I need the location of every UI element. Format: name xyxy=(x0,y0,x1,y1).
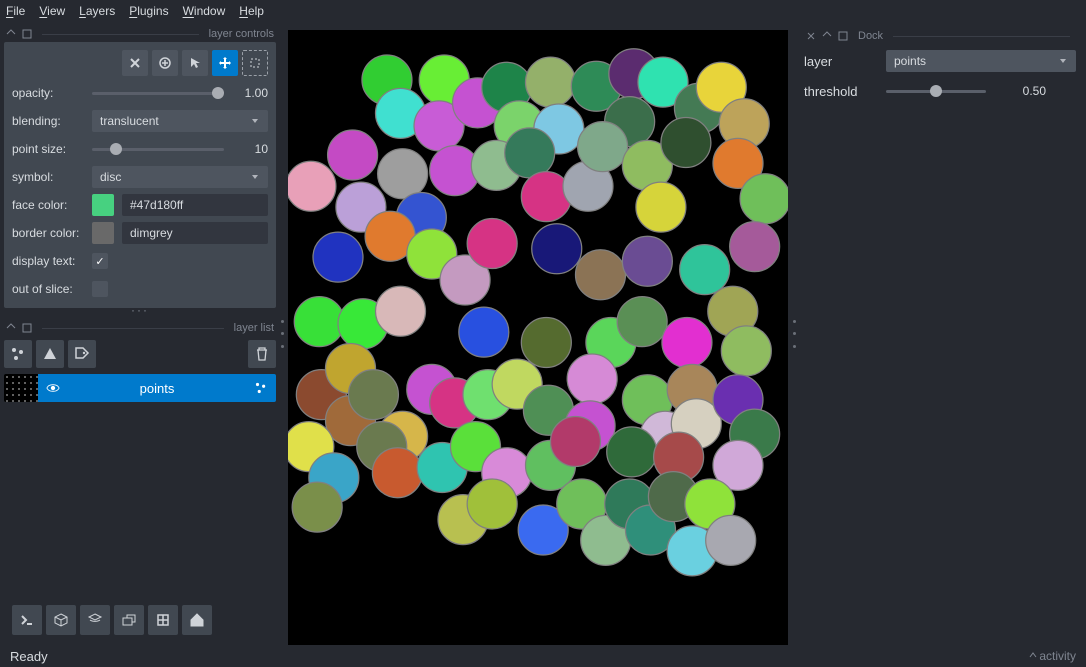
activity-indicator[interactable]: activity xyxy=(1029,649,1076,663)
delete-mode-button[interactable] xyxy=(122,50,148,76)
pan-zoom-mode-button[interactable] xyxy=(212,50,238,76)
menu-window[interactable]: Window xyxy=(183,4,226,18)
console-button[interactable] xyxy=(12,605,42,635)
chevron-down-icon xyxy=(250,172,260,182)
transform-mode-button[interactable] xyxy=(242,50,268,76)
new-points-layer-button[interactable] xyxy=(4,340,32,368)
float-icon[interactable] xyxy=(22,29,32,39)
ndisplay-button[interactable] xyxy=(46,605,76,635)
pointsize-value[interactable]: 10 xyxy=(232,142,268,156)
panel-resize-handle[interactable]: ··· xyxy=(4,308,276,318)
add-point-button[interactable] xyxy=(152,50,178,76)
layer-type-points-icon xyxy=(254,381,268,395)
viewer-canvas[interactable] xyxy=(288,30,788,645)
displaytext-label: display text: xyxy=(12,254,84,268)
canvas-area xyxy=(280,22,796,645)
left-sidebar: layer controls xyxy=(0,22,280,645)
undock-icon[interactable] xyxy=(6,29,16,39)
new-shapes-layer-button[interactable] xyxy=(36,340,64,368)
status-text: Ready xyxy=(10,649,48,664)
outofslice-checkbox[interactable] xyxy=(92,281,108,297)
status-bar: Ready activity xyxy=(0,645,1086,667)
resize-handle-right[interactable] xyxy=(790,320,798,348)
blending-value: translucent xyxy=(100,114,159,128)
menu-bar: File View Layers Plugins Window Help xyxy=(0,0,1086,22)
float-icon[interactable] xyxy=(22,323,32,333)
layer-controls-title: layer controls xyxy=(209,28,274,40)
widget-threshold-label: threshold xyxy=(804,84,876,99)
widget-dock-header: Dock xyxy=(804,28,1076,44)
layer-list-title: layer list xyxy=(234,322,274,334)
widget-layer-dropdown[interactable]: points xyxy=(886,50,1076,72)
facecolor-field[interactable]: #47d180ff xyxy=(122,194,268,216)
bordercolor-swatch[interactable] xyxy=(92,222,114,244)
bordercolor-label: border color: xyxy=(12,226,84,240)
right-sidebar: Dock layer points threshold 0.50 xyxy=(796,22,1086,645)
roll-dims-button[interactable] xyxy=(80,605,110,635)
grid-button[interactable] xyxy=(148,605,178,635)
home-button[interactable] xyxy=(182,605,212,635)
transpose-button[interactable] xyxy=(114,605,144,635)
pointsize-label: point size: xyxy=(12,142,84,156)
facecolor-swatch[interactable] xyxy=(92,194,114,216)
displaytext-checkbox[interactable] xyxy=(92,253,108,269)
opacity-label: opacity: xyxy=(12,86,84,100)
menu-layers[interactable]: Layers xyxy=(79,4,115,18)
new-labels-layer-button[interactable] xyxy=(68,340,96,368)
layer-list-header: layer list xyxy=(4,320,276,336)
widget-dock-title: Dock xyxy=(858,30,883,42)
outofslice-label: out of slice: xyxy=(12,282,84,296)
chevron-down-icon xyxy=(1058,56,1068,66)
symbol-label: symbol: xyxy=(12,170,84,184)
layer-controls-panel: opacity: 1.00 blending: translucent poin… xyxy=(4,42,276,308)
layer-name: points xyxy=(68,381,246,396)
bordercolor-field[interactable]: dimgrey xyxy=(122,222,268,244)
opacity-slider[interactable] xyxy=(92,86,224,100)
layer-thumbnail xyxy=(4,374,38,402)
symbol-value: disc xyxy=(100,170,121,184)
menu-plugins[interactable]: Plugins xyxy=(129,4,168,18)
delete-layer-button[interactable] xyxy=(248,340,276,368)
viewer-toolbar xyxy=(4,599,276,641)
undock-icon[interactable] xyxy=(6,323,16,333)
chevron-up-icon xyxy=(1029,651,1037,659)
close-icon[interactable] xyxy=(806,31,816,41)
widget-threshold-value[interactable]: 0.50 xyxy=(996,84,1046,98)
chevron-down-icon xyxy=(250,116,260,126)
blending-label: blending: xyxy=(12,114,84,128)
select-mode-button[interactable] xyxy=(182,50,208,76)
menu-help[interactable]: Help xyxy=(239,4,264,18)
widget-threshold-slider[interactable] xyxy=(886,84,986,98)
layer-controls-header: layer controls xyxy=(4,26,276,42)
mode-buttons xyxy=(12,50,268,76)
blending-dropdown[interactable]: translucent xyxy=(92,110,268,132)
layer-list-tools xyxy=(4,340,276,368)
menu-file[interactable]: File xyxy=(6,4,25,18)
widget-layer-label: layer xyxy=(804,54,876,69)
opacity-value[interactable]: 1.00 xyxy=(232,86,268,100)
layer-item-points[interactable]: points xyxy=(4,374,276,402)
undock-icon[interactable] xyxy=(822,31,832,41)
float-icon[interactable] xyxy=(838,31,848,41)
pointsize-slider[interactable] xyxy=(92,142,224,156)
facecolor-label: face color: xyxy=(12,198,84,212)
resize-handle-left[interactable] xyxy=(278,320,286,348)
visibility-icon[interactable] xyxy=(46,381,60,395)
widget-layer-value: points xyxy=(894,54,926,68)
symbol-dropdown[interactable]: disc xyxy=(92,166,268,188)
menu-view[interactable]: View xyxy=(39,4,65,18)
